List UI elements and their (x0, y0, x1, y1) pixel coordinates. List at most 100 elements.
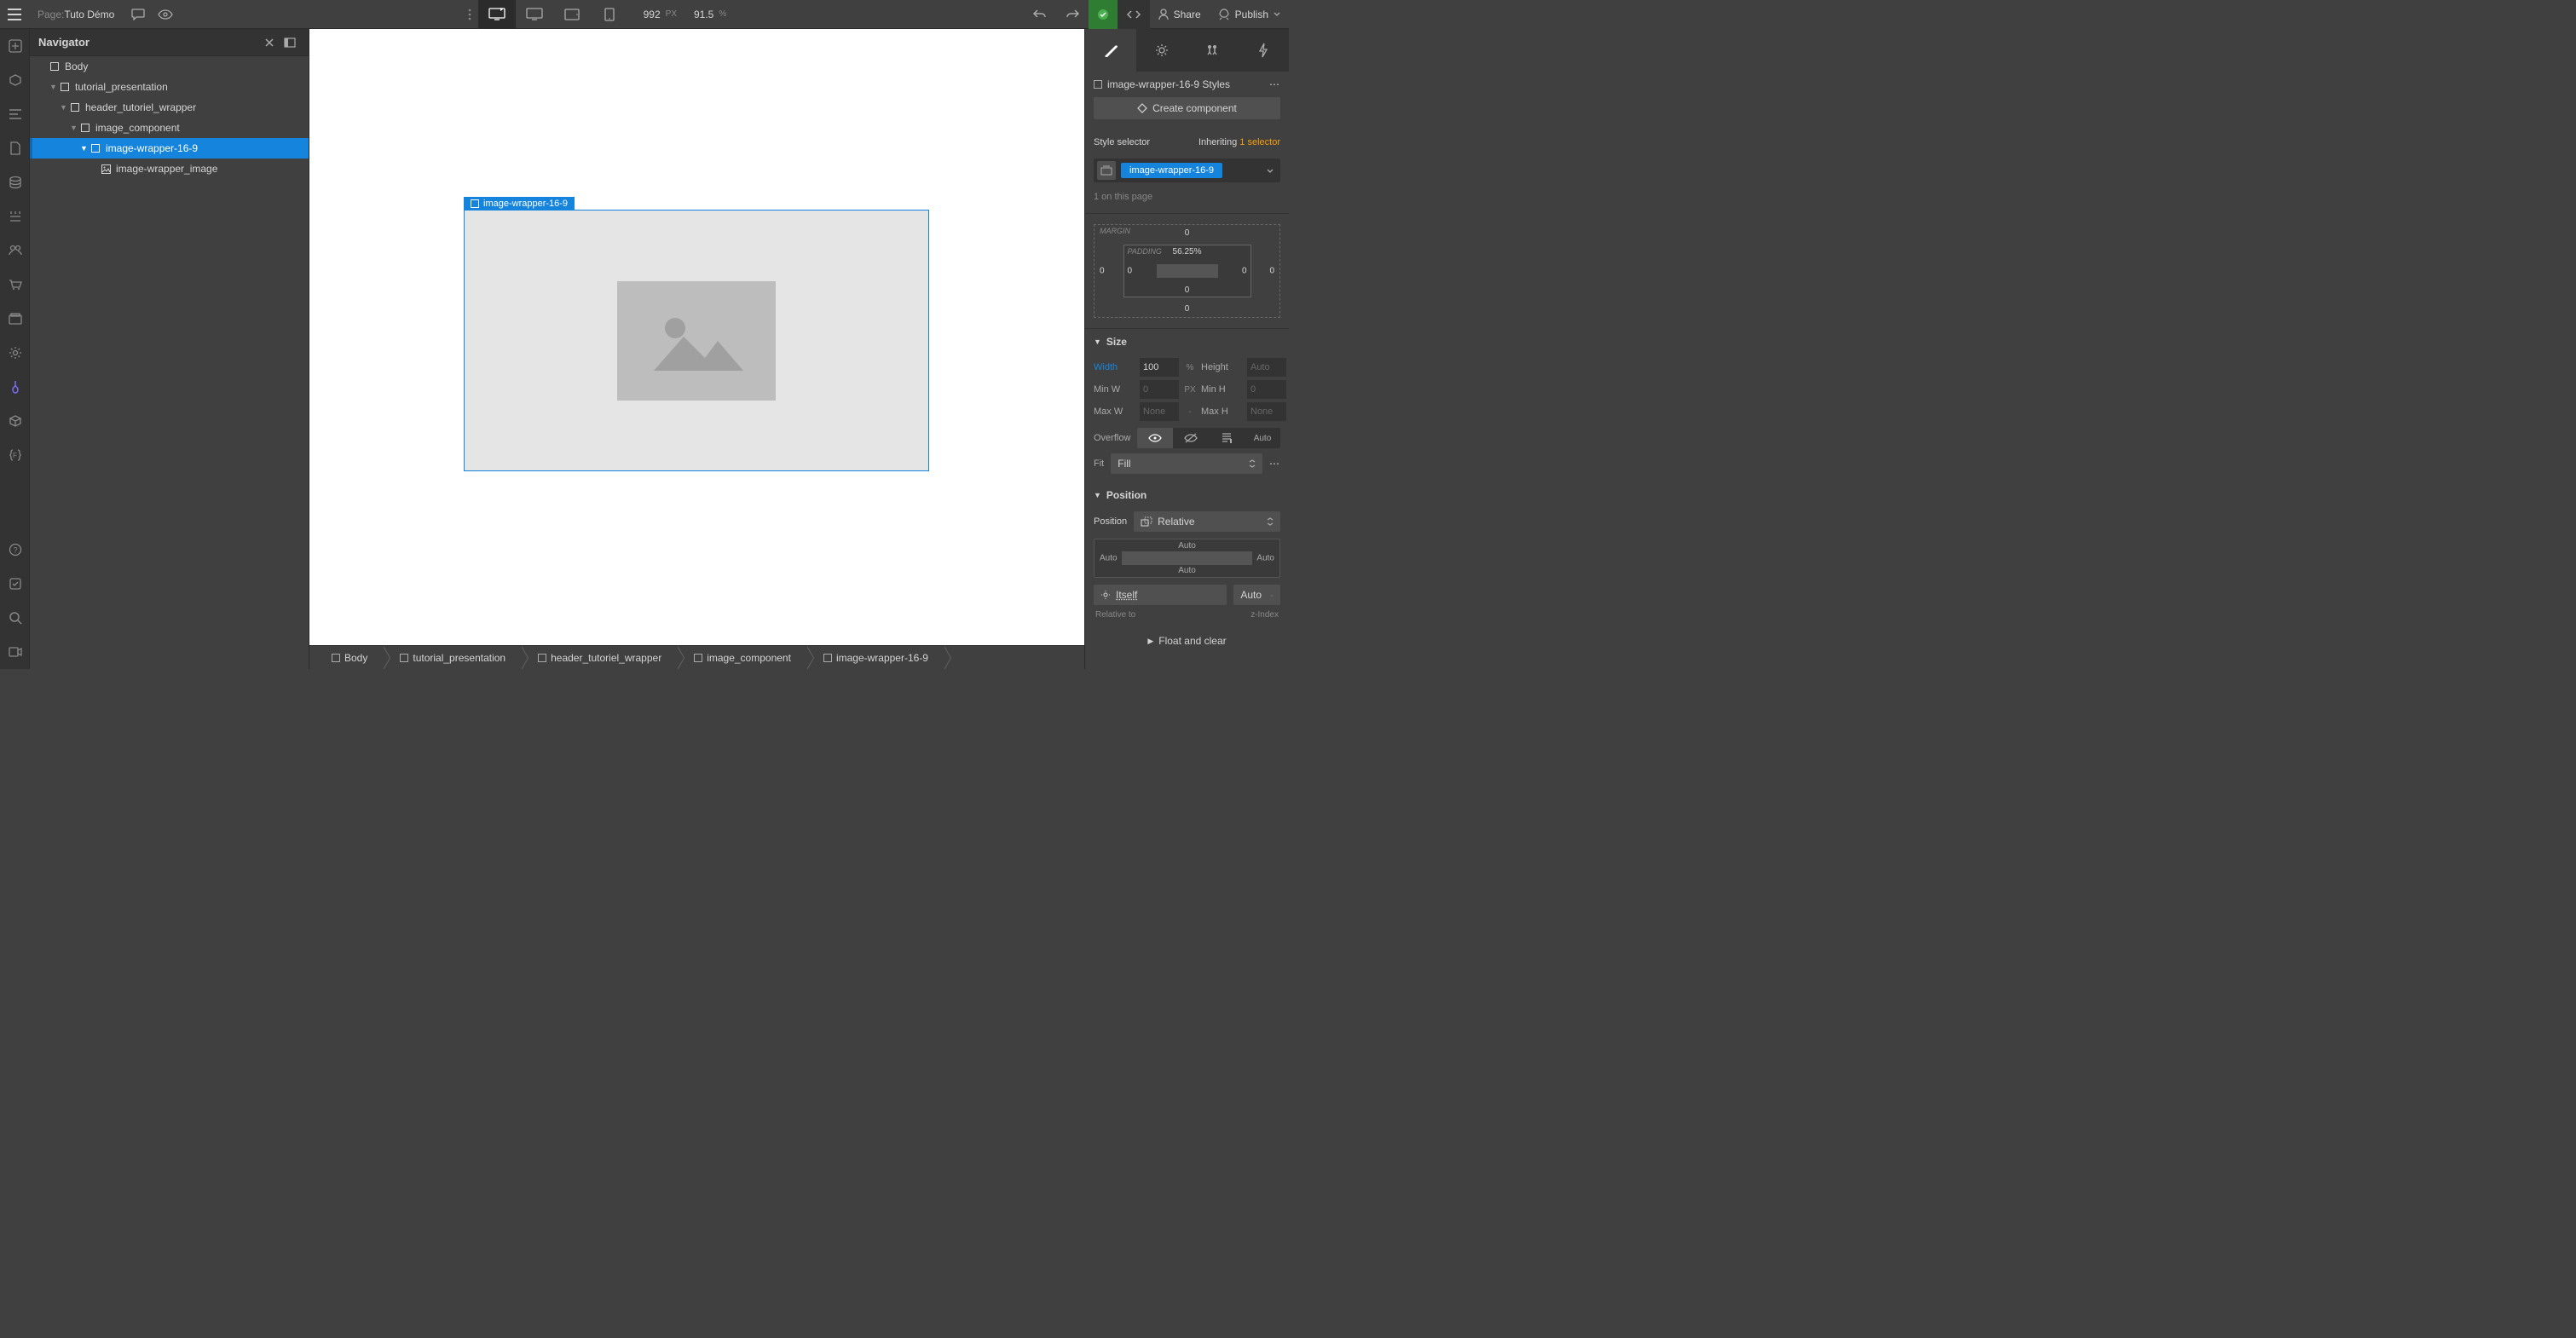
selected-element[interactable] (464, 210, 929, 471)
maxw-input[interactable] (1140, 402, 1179, 421)
maxh-input[interactable] (1247, 402, 1286, 421)
users-icon[interactable] (0, 234, 30, 268)
pos-left[interactable]: Auto (1100, 554, 1118, 563)
selector-pill[interactable]: image-wrapper-16-9 (1121, 163, 1222, 178)
tab-effects[interactable] (1238, 29, 1289, 72)
padding-left[interactable]: 0 (1128, 267, 1133, 276)
breadcrumb-item[interactable]: image_component (677, 646, 806, 670)
pin-panel-icon[interactable] (280, 37, 300, 48)
height-input[interactable] (1247, 358, 1286, 377)
cms-icon[interactable] (0, 165, 30, 199)
viewport-width[interactable]: 992 (644, 9, 661, 20)
share-button[interactable]: Share (1150, 0, 1210, 29)
position-select[interactable]: Relative (1134, 511, 1280, 532)
variables-icon[interactable]: F (0, 438, 30, 472)
zoom-value[interactable]: 91.5 (694, 9, 713, 20)
preview-icon[interactable] (152, 0, 179, 29)
section-position[interactable]: ▼Position (1085, 482, 1289, 508)
relative-to-button[interactable]: Itself (1094, 585, 1227, 605)
section-float-clear[interactable]: ▶Float and clear (1085, 628, 1289, 654)
viewport-tablet[interactable] (553, 0, 591, 29)
style-selector-field[interactable]: image-wrapper-16-9 (1094, 159, 1280, 182)
tab-interactions[interactable] (1187, 29, 1239, 72)
chevron-down-icon[interactable] (1267, 169, 1274, 173)
help-icon[interactable]: ? (0, 533, 30, 567)
page-name[interactable]: Tuto Démo (64, 9, 114, 20)
width-input[interactable] (1140, 358, 1179, 377)
inheriting-label[interactable]: Inheriting 1 selector (1198, 137, 1280, 147)
publish-button[interactable]: Publish (1210, 0, 1289, 29)
minw-input[interactable] (1140, 380, 1179, 399)
overflow-visible[interactable] (1137, 428, 1173, 448)
pages-icon[interactable] (0, 131, 30, 165)
symbols-icon[interactable] (0, 63, 30, 97)
search-icon[interactable] (0, 601, 30, 635)
minh-input[interactable] (1247, 380, 1286, 399)
maxw-unit[interactable]: - (1182, 407, 1198, 417)
navigator-icon[interactable] (0, 97, 30, 131)
padding-bottom[interactable]: 0 (1185, 285, 1190, 295)
div-icon (538, 654, 546, 662)
relative-icon (1141, 516, 1152, 527)
tree-row[interactable]: image-wrapper_image (30, 159, 309, 179)
style-panel: image-wrapper-16-9 Styles ⋯ Create compo… (1084, 29, 1289, 669)
overflow-auto[interactable]: Auto (1245, 428, 1280, 448)
tree-row[interactable]: ▼image-wrapper-16-9 (30, 138, 309, 159)
assets-icon[interactable] (0, 302, 30, 336)
redo-icon[interactable] (1056, 0, 1089, 29)
tree-row[interactable]: Body (30, 56, 309, 77)
tree-row[interactable]: ▼header_tutoriel_wrapper (30, 97, 309, 118)
state-icon[interactable] (1097, 161, 1116, 180)
rocket-icon (1218, 9, 1230, 20)
padding-right[interactable]: 0 (1242, 267, 1247, 276)
apps-icon[interactable] (0, 404, 30, 438)
minw-unit[interactable]: PX (1182, 385, 1198, 395)
margin-bottom[interactable]: 0 (1185, 304, 1190, 314)
add-element-icon[interactable] (0, 29, 30, 63)
selection-label[interactable]: image-wrapper-16-9 (464, 197, 575, 211)
more-icon[interactable]: ⋯ (1269, 78, 1280, 90)
undo-icon[interactable] (1024, 0, 1056, 29)
settings-icon[interactable] (0, 336, 30, 370)
viewport-desktop[interactable] (516, 0, 553, 29)
breadcrumb-item[interactable]: header_tutoriel_wrapper (521, 646, 677, 670)
pos-right[interactable]: Auto (1256, 554, 1274, 563)
tab-style[interactable] (1085, 29, 1136, 72)
viewport-mobile[interactable] (591, 0, 628, 29)
breadcrumb-item[interactable]: image-wrapper-16-9 (806, 646, 944, 670)
more-icon[interactable]: ⋯ (1269, 458, 1280, 470)
section-size[interactable]: ▼Size (1085, 329, 1289, 355)
close-icon[interactable] (259, 38, 280, 47)
canvas[interactable]: image-wrapper-16-9 (309, 29, 1084, 645)
pos-bottom[interactable]: Auto (1178, 566, 1196, 575)
overflow-hidden[interactable] (1173, 428, 1209, 448)
margin-left[interactable]: 0 (1100, 267, 1105, 276)
margin-top[interactable]: 0 (1185, 228, 1190, 238)
menu-icon[interactable] (0, 0, 29, 29)
export-code-icon[interactable] (1118, 0, 1150, 29)
more-icon[interactable] (461, 9, 478, 20)
viewport-desktop-base[interactable] (478, 0, 516, 29)
tab-settings[interactable] (1136, 29, 1187, 72)
create-component-button[interactable]: Create component (1094, 97, 1280, 119)
breadcrumb-item[interactable]: tutorial_presentation (383, 646, 521, 670)
video-icon[interactable] (0, 635, 30, 669)
tree-row[interactable]: ▼image_component (30, 118, 309, 138)
checklist-icon[interactable] (0, 567, 30, 601)
ecommerce-icon[interactable] (0, 268, 30, 302)
margin-right[interactable]: 0 (1269, 267, 1274, 276)
breadcrumb-item[interactable]: Body (315, 646, 383, 670)
status-ok-icon[interactable] (1089, 0, 1118, 29)
pos-top[interactable]: Auto (1178, 541, 1196, 551)
zindex-auto[interactable]: Auto- (1233, 585, 1280, 605)
overflow-scroll[interactable] (1209, 428, 1245, 448)
overflow-label: Overflow (1094, 433, 1130, 443)
ecommerce-icon-alt[interactable] (0, 199, 30, 234)
width-unit[interactable]: % (1182, 363, 1198, 372)
logic-icon[interactable] (0, 370, 30, 404)
fit-select[interactable]: Fill (1111, 453, 1262, 474)
tree-row[interactable]: ▼tutorial_presentation (30, 77, 309, 97)
padding-top[interactable]: 56.25% (1173, 247, 1202, 257)
comments-icon[interactable] (124, 0, 152, 29)
element-icon (58, 83, 72, 91)
